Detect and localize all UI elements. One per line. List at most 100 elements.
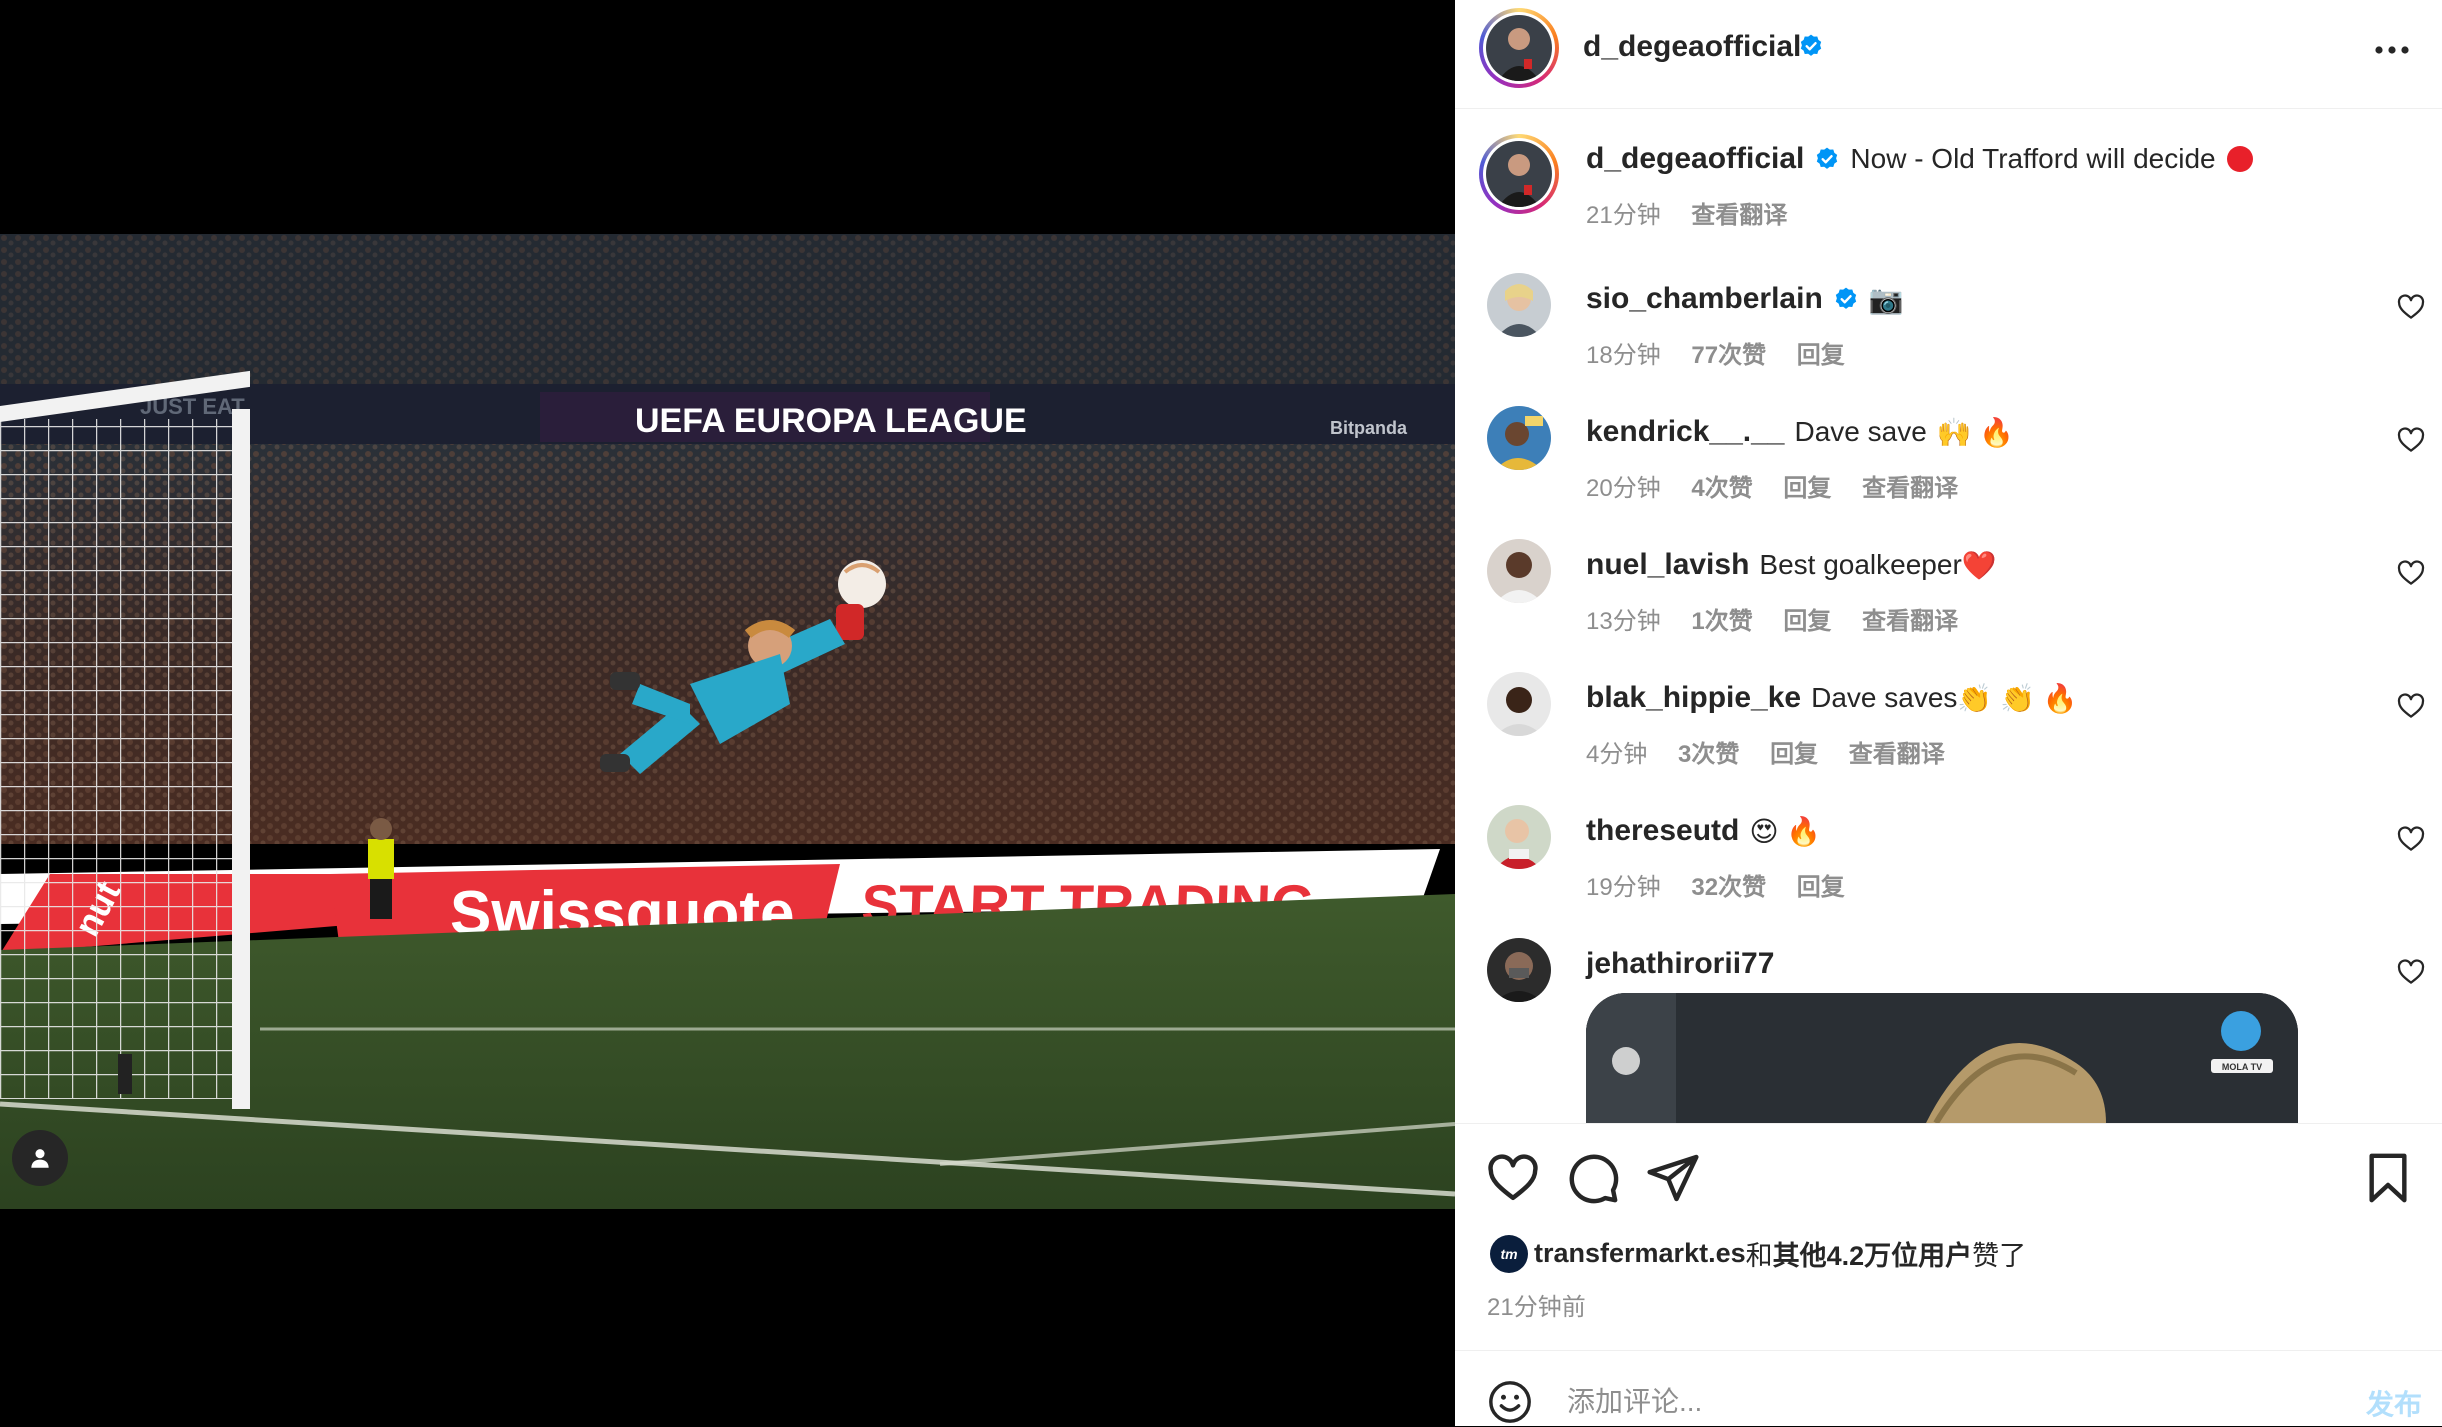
comment-time: 4分钟	[1586, 741, 1648, 768]
author-avatar[interactable]	[1479, 8, 1559, 88]
bookmark-icon[interactable]	[2360, 1150, 2416, 1206]
comment-like-heart-icon[interactable]	[2396, 824, 2426, 854]
comment-line: thereseutd 😍 🔥	[1586, 814, 1821, 848]
comment-translate-link[interactable]: 查看翻译	[1849, 741, 1945, 768]
commenter-avatar-image	[1487, 938, 1551, 1002]
post-media[interactable]: UEFA EUROPA LEAGUE JUST EAT Bitpanda nut…	[0, 0, 1455, 1426]
caption-meta: 21分钟 查看翻译	[1586, 195, 1811, 230]
comment-icon[interactable]	[1565, 1150, 1621, 1206]
comment-reply-button[interactable]: 回复	[1783, 475, 1831, 502]
comment-text: Dave saves	[1811, 682, 1958, 713]
comment-like-heart-icon[interactable]	[2396, 558, 2426, 588]
post-caption: d_degeaofficial Now - Old Trafford will …	[1455, 109, 2442, 229]
likes-summary[interactable]: tm transfermarkt.es 和 其他4.2万位用户 赞了	[1490, 1234, 2026, 1273]
commenter-avatar[interactable]	[1487, 539, 1551, 603]
transfermarkt-avatar[interactable]: tm	[1490, 1234, 1528, 1273]
add-comment-bar: 发布	[1455, 1350, 2442, 1427]
comment-time: 20分钟	[1586, 475, 1661, 502]
comment-item: jehathirorii77 MOLA TV	[1455, 907, 2442, 1123]
commenter-avatar-image	[1487, 273, 1551, 337]
caption-translate-link[interactable]: 查看翻译	[1691, 202, 1787, 229]
more-horizontal-icon	[2375, 46, 2409, 54]
comment-meta: 18分钟 77次赞 回复	[1586, 335, 1869, 370]
commenter-avatar[interactable]	[1487, 672, 1551, 736]
comment-translate-link[interactable]: 查看翻译	[1862, 475, 1958, 502]
post-photo[interactable]: UEFA EUROPA LEAGUE JUST EAT Bitpanda nut…	[0, 234, 1455, 1209]
comment-likes[interactable]: 77次赞	[1691, 342, 1766, 369]
posted-time[interactable]: 21分钟前	[1487, 1287, 1586, 1322]
comment-meta: 13分钟 1次赞 回复 查看翻译	[1586, 601, 1982, 636]
comment-reply-button[interactable]: 回复	[1797, 342, 1845, 369]
comment-item: thereseutd 😍 🔥 19分钟 32次赞 回复	[1455, 774, 2442, 907]
comment-meta: 19分钟 32次赞 回复	[1586, 867, 1869, 902]
commenter-avatar[interactable]	[1487, 406, 1551, 470]
comment-item: sio_chamberlain 📷 18分钟 77次赞 回复	[1455, 242, 2442, 375]
liker-username[interactable]: transfermarkt.es	[1534, 1238, 1746, 1269]
comment-time: 13分钟	[1586, 608, 1661, 635]
post-side-panel: d_degeaofficial d_degeaofficial Now - Ol…	[1455, 0, 2442, 1426]
commenter-avatar-image	[1487, 406, 1551, 470]
comment-input[interactable]	[1565, 1381, 2269, 1423]
user-tag-icon	[31, 1149, 49, 1168]
likes-connector: 和	[1745, 1241, 1773, 1271]
comment-reply-button[interactable]: 回复	[1770, 741, 1818, 768]
post-comment-button[interactable]: 发布	[2366, 1383, 2422, 1423]
comment-emoji: 🙌 🔥	[1936, 416, 2015, 448]
comment-likes[interactable]: 32次赞	[1691, 874, 1766, 901]
comment-media-preview[interactable]: MOLA TV	[1586, 993, 2298, 1123]
comment-line: kendrick__.__ Dave save 🙌 🔥	[1586, 415, 2014, 449]
commenter-avatar-image	[1487, 805, 1551, 869]
comment-reply-button[interactable]: 回复	[1783, 608, 1831, 635]
caption-username[interactable]: d_degeaofficial	[1586, 142, 1804, 176]
comment-text: Best goalkeeper	[1759, 549, 1962, 580]
author-username[interactable]: d_degeaofficial	[1583, 30, 1801, 64]
commenter-avatar[interactable]	[1487, 938, 1551, 1002]
banner-league-text: UEFA EUROPA LEAGUE	[635, 402, 1027, 440]
comment-media-image: MOLA TV	[1586, 993, 2298, 1123]
media-watermark: MOLA TV	[2222, 1062, 2262, 1072]
comment-item: nuel_lavish Best goalkeeper ❤️ 13分钟 1次赞 …	[1455, 508, 2442, 641]
commenter-avatar[interactable]	[1487, 273, 1551, 337]
post-header: d_degeaofficial	[1455, 0, 2442, 109]
comment-translate-link[interactable]: 查看翻译	[1862, 608, 1958, 635]
commenter-avatar[interactable]	[1487, 805, 1551, 869]
comment-likes[interactable]: 4次赞	[1691, 475, 1752, 502]
likes-others-count[interactable]: 其他4.2万位用户	[1773, 1234, 1973, 1273]
caption-author-avatar-image	[1486, 141, 1552, 207]
comment-line: blak_hippie_ke Dave saves 👏 👏 🔥	[1586, 681, 2078, 715]
comment-likes[interactable]: 1次赞	[1691, 608, 1752, 635]
comment-time: 19分钟	[1586, 874, 1661, 901]
caption-time: 21分钟	[1586, 202, 1661, 229]
comment-line: sio_chamberlain 📷	[1586, 282, 1904, 316]
banner-right-text: Bitpanda	[1330, 418, 1408, 438]
commenter-username[interactable]: sio_chamberlain	[1586, 282, 1823, 316]
send-icon[interactable]	[1645, 1150, 1701, 1206]
comment-reply-button[interactable]: 回复	[1797, 874, 1845, 901]
commenter-username[interactable]: kendrick__.__	[1586, 415, 1784, 449]
comment-meta: 4分钟 3次赞 回复 查看翻译	[1586, 734, 1969, 769]
user-tag-button[interactable]	[12, 1130, 68, 1186]
commenter-username[interactable]: blak_hippie_ke	[1586, 681, 1801, 715]
comment-line: jehathirorii77	[1586, 947, 1774, 981]
comment-meta: 20分钟 4次赞 回复 查看翻译	[1586, 468, 1982, 503]
comment-like-heart-icon[interactable]	[2396, 691, 2426, 721]
caption-author-avatar[interactable]	[1479, 134, 1559, 214]
comment-like-heart-icon[interactable]	[2396, 957, 2426, 987]
commenter-avatar-image	[1487, 672, 1551, 736]
post-actions: tm transfermarkt.es 和 其他4.2万位用户 赞了 21分钟前	[1455, 1123, 2442, 1358]
commenter-username[interactable]: jehathirorii77	[1586, 947, 1774, 981]
commenter-username[interactable]: nuel_lavish	[1586, 548, 1749, 582]
comment-like-heart-icon[interactable]	[2396, 425, 2426, 455]
likes-suffix: 赞了	[1972, 1241, 2027, 1271]
comments-list[interactable]: d_degeaofficial Now - Old Trafford will …	[1455, 109, 2442, 1123]
red-circle-icon	[2226, 146, 2253, 172]
comment-likes[interactable]: 3次赞	[1678, 741, 1739, 768]
heart-icon[interactable]	[1485, 1150, 1541, 1206]
commenter-username[interactable]: thereseutd	[1586, 814, 1739, 848]
comment-like-heart-icon[interactable]	[2396, 292, 2426, 322]
smiley-icon[interactable]	[1487, 1379, 1533, 1425]
comment-time: 18分钟	[1586, 342, 1661, 369]
caption-text: Now - Old Trafford will decide	[1850, 143, 2216, 174]
more-options-button[interactable]	[2367, 32, 2417, 68]
comment-item: kendrick__.__ Dave save 🙌 🔥 20分钟 4次赞 回复 …	[1455, 375, 2442, 508]
